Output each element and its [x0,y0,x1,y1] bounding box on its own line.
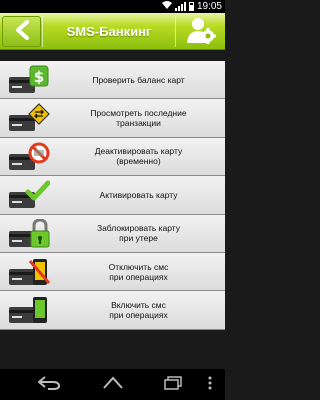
card-dollar-icon: $ [8,65,50,95]
menu-list: $ Проверить баланс карт Просмотреть посл… [0,61,225,330]
overflow-menu-icon [208,375,212,394]
menu-item-check-balance[interactable]: $ Проверить баланс карт [0,61,225,100]
battery-icon [188,2,194,11]
card-transfer-icon [8,103,50,133]
home-icon [102,375,124,394]
menu-item-label: Деактивировать карту (временно) [94,146,183,167]
menu-item-deactivate[interactable]: Деактивировать карту (временно) [0,137,225,177]
svg-text:$: $ [34,68,44,86]
back-icon [37,375,61,394]
status-time: 19:05 [196,1,222,12]
card-phone-icon [8,295,50,325]
signal-icon [174,2,186,11]
menu-item-label: Просмотреть последние транзакции [90,108,187,129]
wifi-icon [161,1,172,12]
app-header: SMS-Банкинг [0,13,225,50]
navigation-bar [0,369,225,400]
card-lock-icon [8,218,50,249]
card-phone-off-icon [8,257,51,287]
menu-item-activate[interactable]: Активировать карту [0,176,225,215]
menu-item-label: Активировать карту [99,189,178,200]
recents-icon [163,375,183,394]
menu-item-transactions[interactable]: Просмотреть последние транзакции [0,99,225,138]
nav-recents-button[interactable] [160,375,186,393]
card-block-icon [8,142,50,172]
back-button[interactable] [2,16,41,47]
menu-item-label: Отключить смс при операциях [108,261,169,282]
menu-item-label: Включить смс при операциях [109,300,168,321]
page-title: SMS-Банкинг [42,16,176,47]
menu-item-label: Заблокировать карту при утере [96,223,181,244]
menu-item-label: Проверить баланс карт [92,74,185,85]
back-arrow-icon [14,19,30,44]
status-bar: 19:05 [0,0,225,13]
nav-back-button[interactable] [36,375,62,393]
user-settings-button[interactable] [178,16,223,47]
card-check-icon [8,180,51,210]
nav-menu-button[interactable] [205,375,215,393]
menu-item-sms-on[interactable]: Включить смс при операциях [0,291,225,330]
nav-home-button[interactable] [100,375,126,393]
menu-item-lock-lost[interactable]: Заблокировать карту при утере [0,214,225,253]
menu-item-sms-off[interactable]: Отключить смс при операциях [0,252,225,292]
user-gear-icon [186,16,216,48]
